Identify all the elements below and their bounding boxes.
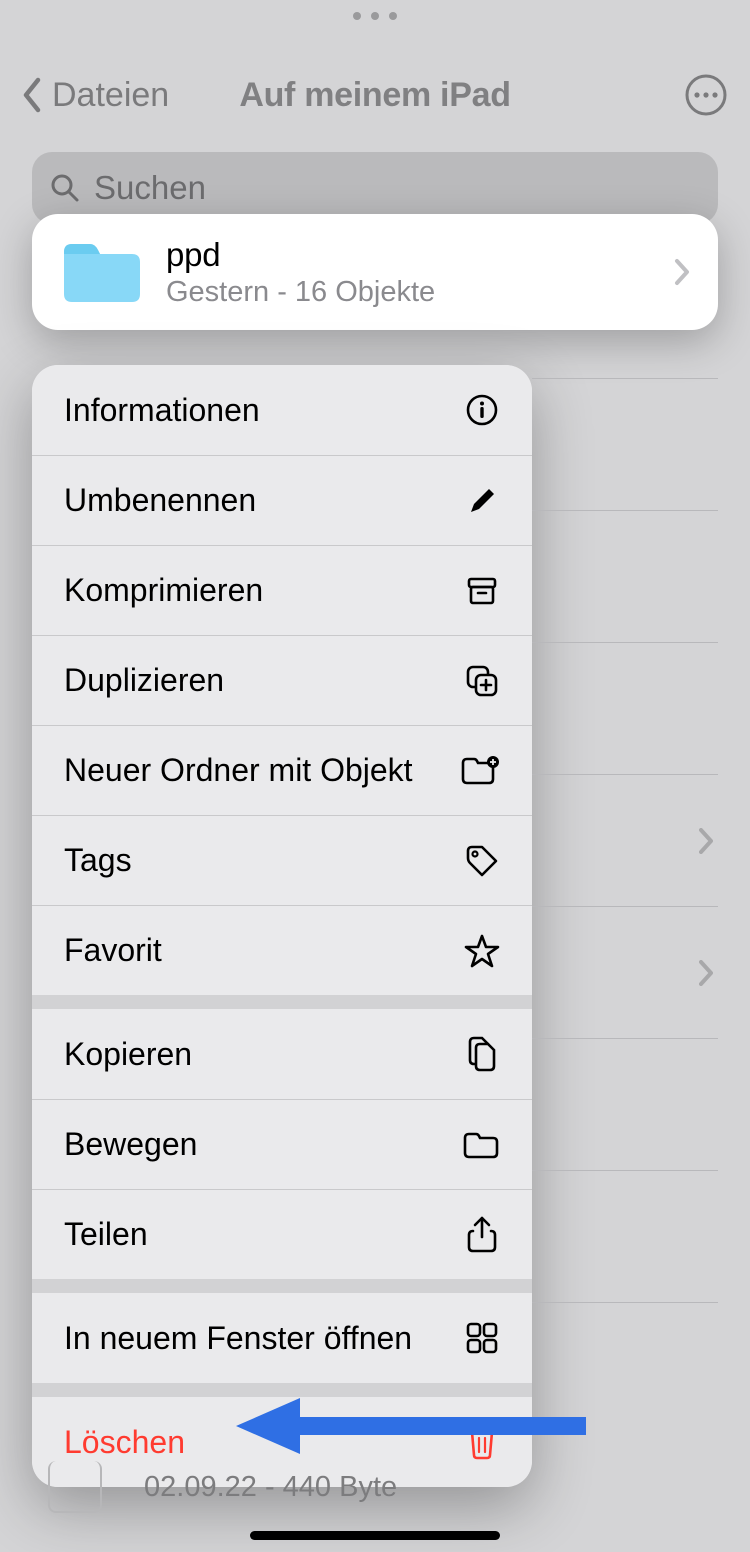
page-title: Auf meinem iPad — [239, 76, 510, 115]
menu-item-label: Komprimieren — [64, 572, 263, 609]
menu-item-label: Bewegen — [64, 1126, 197, 1163]
menu-item-label: Duplizieren — [64, 662, 224, 699]
bg-list-row — [532, 1302, 718, 1434]
folder-name: ppd — [166, 236, 435, 274]
back-chevron-icon[interactable] — [22, 77, 42, 113]
trash-icon — [464, 1424, 500, 1460]
menu-separator — [32, 1279, 532, 1293]
info-icon — [464, 393, 500, 427]
more-button[interactable] — [684, 73, 728, 117]
back-button[interactable]: Dateien — [52, 76, 169, 115]
menu-item-label: Löschen — [64, 1424, 185, 1461]
folder-icon — [60, 238, 142, 306]
context-menu: Informationen Umbenennen Komprimieren Du… — [32, 365, 532, 1487]
menu-item-share[interactable]: Teilen — [32, 1189, 532, 1279]
menu-item-favorite[interactable]: Favorit — [32, 905, 532, 995]
tag-icon — [464, 843, 500, 879]
menu-item-label: Favorit — [64, 932, 162, 969]
bg-list-row — [532, 906, 718, 1038]
menu-item-copy[interactable]: Kopieren — [32, 1009, 532, 1099]
menu-item-label: Kopieren — [64, 1036, 192, 1073]
menu-item-new-window[interactable]: In neuem Fenster öffnen — [32, 1293, 532, 1383]
window-grabber — [353, 12, 397, 20]
bg-list-row — [532, 774, 718, 906]
bg-file-row: 02.09.22 - 440 Byte — [48, 1458, 718, 1516]
plus-square-on-square-icon — [464, 663, 500, 699]
menu-item-rename[interactable]: Umbenennen — [32, 455, 532, 545]
pencil-icon — [464, 485, 500, 517]
bg-list-row — [532, 1038, 718, 1170]
menu-item-label: Tags — [64, 842, 132, 879]
folder-subtitle: Gestern - 16 Objekte — [166, 276, 435, 309]
menu-item-duplicate[interactable]: Duplizieren — [32, 635, 532, 725]
menu-separator — [32, 995, 532, 1009]
home-indicator — [250, 1531, 500, 1540]
chevron-right-icon — [698, 959, 714, 987]
menu-item-label: In neuem Fenster öffnen — [64, 1320, 412, 1357]
bg-list-row — [532, 642, 718, 774]
share-icon — [464, 1215, 500, 1255]
chevron-right-icon — [698, 827, 714, 855]
folder-plus-icon — [460, 754, 500, 788]
menu-item-new-folder[interactable]: Neuer Ordner mit Objekt — [32, 725, 532, 815]
document-icon — [48, 1461, 102, 1513]
ellipsis-circle-icon — [684, 73, 728, 117]
file-subtitle: 02.09.22 - 440 Byte — [144, 1471, 397, 1504]
menu-item-label: Teilen — [64, 1216, 148, 1253]
search-icon — [50, 173, 80, 203]
menu-item-move[interactable]: Bewegen — [32, 1099, 532, 1189]
grid-icon — [464, 1321, 500, 1355]
search-input[interactable] — [94, 169, 700, 207]
bg-list-row — [532, 510, 718, 642]
bg-list-row — [532, 378, 718, 510]
menu-item-label: Umbenennen — [64, 482, 256, 519]
menu-item-compress[interactable]: Komprimieren — [32, 545, 532, 635]
star-icon — [464, 933, 500, 969]
archivebox-icon — [464, 574, 500, 608]
menu-item-label: Informationen — [64, 392, 260, 429]
navigation-bar: Dateien Auf meinem iPad — [0, 60, 750, 130]
menu-separator — [32, 1383, 532, 1397]
chevron-right-icon — [674, 258, 690, 286]
folder-icon — [462, 1129, 500, 1161]
selected-folder-card[interactable]: ppd Gestern - 16 Objekte — [32, 214, 718, 330]
menu-item-label: Neuer Ordner mit Objekt — [64, 752, 413, 789]
menu-item-info[interactable]: Informationen — [32, 365, 532, 455]
menu-item-tags[interactable]: Tags — [32, 815, 532, 905]
bg-list-row — [532, 1170, 718, 1302]
doc-on-doc-icon — [464, 1034, 500, 1074]
